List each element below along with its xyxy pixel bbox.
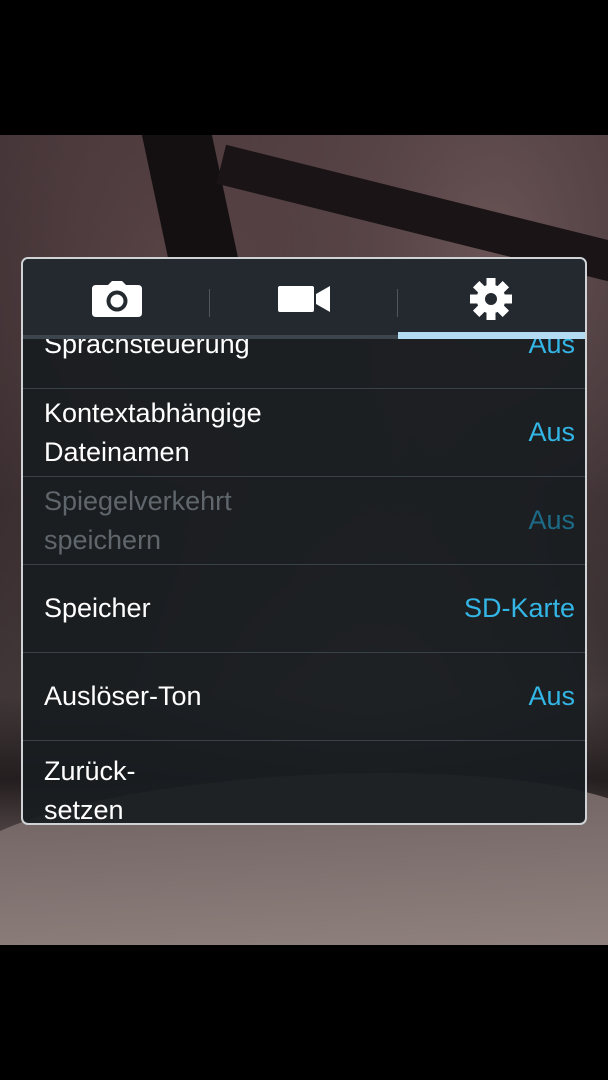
camera-settings-panel: Sprachsteuerung Aus Kontextabhängige Dat… bbox=[21, 257, 587, 825]
setting-value: Aus bbox=[528, 681, 575, 711]
setting-label: Zurück- setzen bbox=[44, 756, 136, 823]
setting-label: Speicher bbox=[44, 593, 151, 623]
setting-label: Sprachsteuerung bbox=[44, 339, 250, 359]
setting-label: Spiegelverkehrt speichern bbox=[44, 485, 232, 555]
setting-shutter-sound[interactable]: Auslöser-Ton Aus bbox=[23, 653, 585, 741]
video-camera-icon bbox=[277, 284, 330, 314]
tab-camera[interactable] bbox=[23, 259, 211, 339]
settings-tab-bar bbox=[23, 259, 585, 339]
setting-value: Aus bbox=[528, 417, 575, 447]
setting-storage[interactable]: Speicher SD-Karte bbox=[23, 565, 585, 653]
setting-value: Aus bbox=[528, 505, 575, 535]
setting-reset[interactable]: Zurück- setzen bbox=[23, 741, 585, 823]
setting-label: Auslöser-Ton bbox=[44, 681, 202, 711]
setting-value: SD-Karte bbox=[463, 593, 575, 623]
gear-icon bbox=[470, 278, 513, 320]
setting-save-mirrored: Spiegelverkehrt speichern Aus bbox=[23, 477, 585, 565]
tab-indicator-active bbox=[397, 332, 585, 339]
camera-icon bbox=[91, 281, 142, 317]
setting-label: Kontextabhängige Dateinamen bbox=[44, 397, 262, 467]
setting-contextual-filenames[interactable]: Kontextabhängige Dateinamen Aus bbox=[23, 389, 585, 477]
tab-video[interactable] bbox=[210, 259, 398, 339]
tab-settings[interactable] bbox=[397, 259, 585, 339]
camera-screen: Sprachsteuerung Aus Kontextabhängige Dat… bbox=[0, 0, 608, 1080]
settings-list[interactable]: Sprachsteuerung Aus Kontextabhängige Dat… bbox=[23, 339, 585, 823]
setting-value: Aus bbox=[528, 339, 575, 359]
setting-voice-control[interactable]: Sprachsteuerung Aus bbox=[23, 339, 585, 389]
